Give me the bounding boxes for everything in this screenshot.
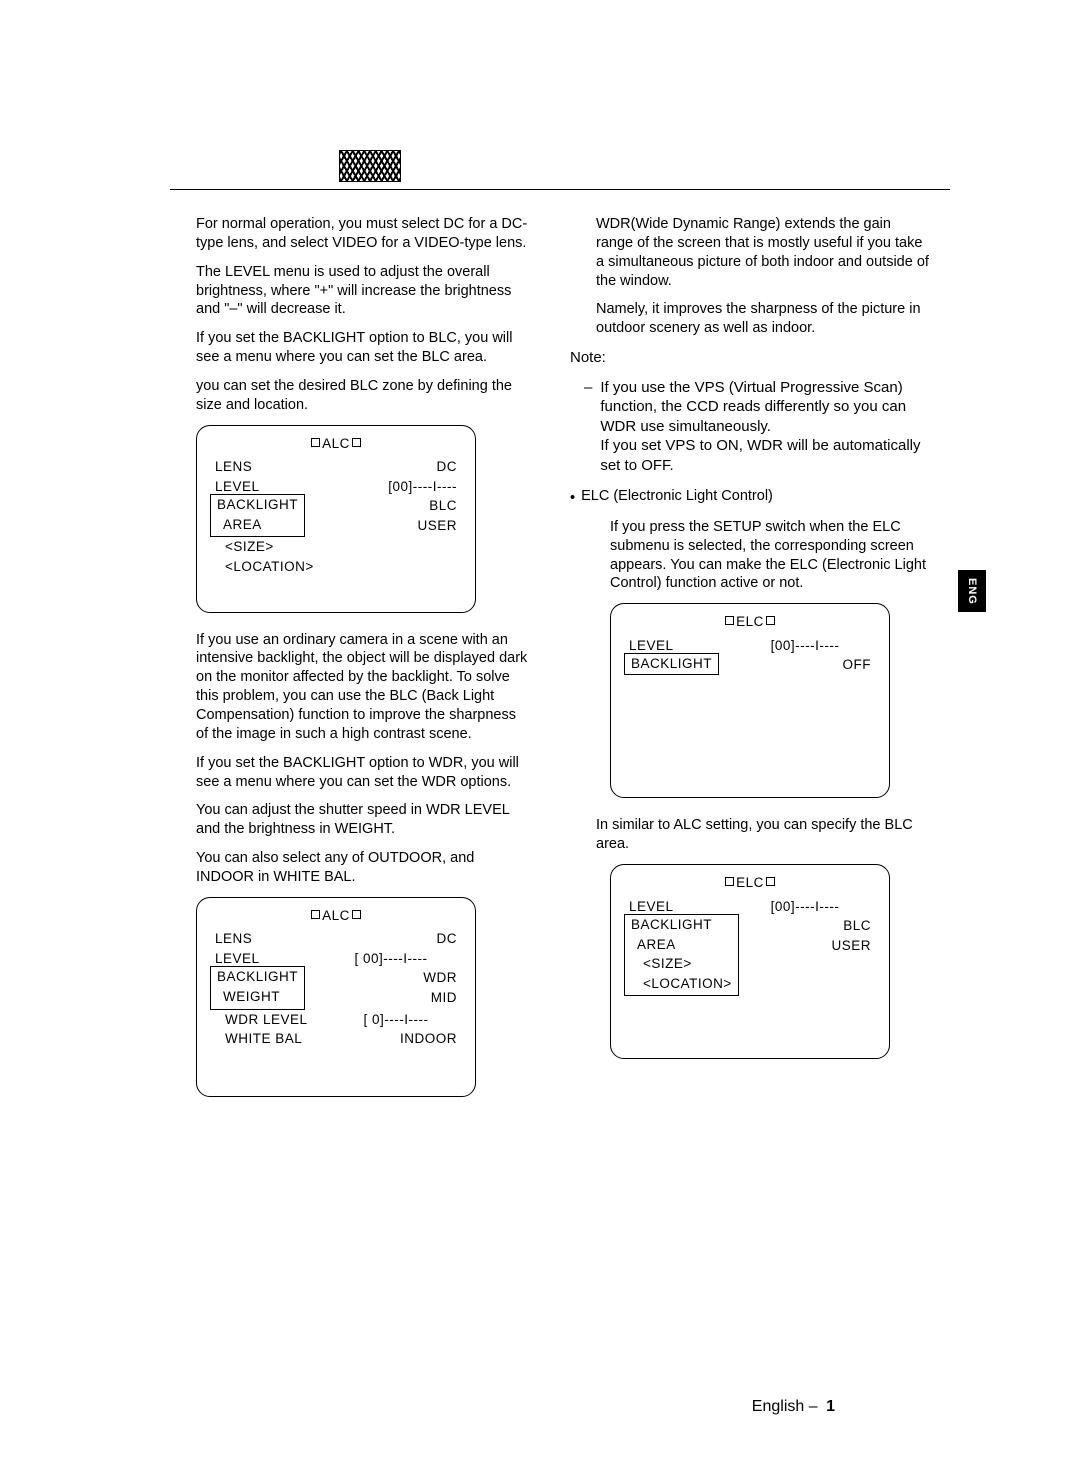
paragraph: You can also select any of OUTDOOR, and …: [170, 849, 530, 887]
menu-row: WDR LEVEL [ 0]----I----: [215, 1010, 457, 1030]
paragraph: If you set the BACKLIGHT option to WDR, …: [170, 754, 530, 792]
paragraph: In similar to ALC setting, you can speci…: [570, 816, 930, 854]
menu-title: ALC: [215, 434, 457, 454]
paragraph: Namely, it improves the sharpness of the…: [570, 300, 930, 338]
menu-alc-blc: ALC LENS DC LEVEL [00]----I---- BACKLIGH…: [196, 425, 476, 613]
menu-row: LENS DC: [215, 457, 457, 477]
paragraph: If you set the BACKLIGHT option to BLC, …: [170, 329, 530, 367]
paragraph: If you use an ordinary camera in a scene…: [170, 631, 530, 744]
note-label: Note:: [570, 348, 930, 368]
menu-alc-wdr: ALC LENS DC LEVEL [ 00]----I---- BACKLIG…: [196, 897, 476, 1097]
page-footer: English – 1: [752, 1398, 835, 1416]
menu-row-selected: BACKLIGHT OFF: [629, 655, 871, 675]
menu-row-selected: BACKLIGHT AREA <SIZE> <LOCATION> BLC USE…: [629, 916, 871, 996]
hatched-logo: [339, 150, 401, 182]
note-item: – If you use the VPS (Virtual Progressiv…: [570, 378, 930, 476]
menu-row-selected: BACKLIGHT WEIGHT WDR MID: [215, 968, 457, 1009]
language-tab: ENG: [958, 570, 986, 612]
paragraph: You can adjust the shutter speed in WDR …: [170, 801, 530, 839]
menu-title: ELC: [629, 873, 871, 893]
menu-row: <SIZE>: [215, 537, 457, 557]
selection-box: BACKLIGHT WEIGHT: [210, 966, 305, 1009]
selection-box: BACKLIGHT AREA: [210, 494, 305, 537]
menu-title: ELC: [629, 612, 871, 632]
right-column: WDR(Wide Dynamic Range) extends the gain…: [570, 215, 930, 1115]
divider-line: [170, 189, 950, 190]
menu-title: ALC: [215, 906, 457, 926]
menu-row-selected: BACKLIGHT AREA BLC USER: [215, 496, 457, 537]
manual-page: For normal operation, you must select DC…: [0, 0, 1080, 1476]
menu-row: WHITE BAL INDOOR: [215, 1029, 457, 1049]
menu-elc-off: ELC LEVEL [00]----I---- BACKLIGHT OFF: [610, 603, 890, 798]
columns: For normal operation, you must select DC…: [170, 215, 970, 1115]
paragraph: The LEVEL menu is used to adjust the ove…: [170, 263, 530, 320]
bullet-elc: • ELC (Electronic Light Control): [570, 487, 930, 508]
left-column: For normal operation, you must select DC…: [170, 215, 530, 1115]
menu-elc-blc: ELC LEVEL [00]----I---- BACKLIGHT AREA <…: [610, 864, 890, 1059]
paragraph: WDR(Wide Dynamic Range) extends the gain…: [570, 215, 930, 290]
menu-row: <LOCATION>: [215, 557, 457, 577]
paragraph: you can set the desired BLC zone by defi…: [170, 377, 530, 415]
paragraph: If you press the SETUP switch when the E…: [570, 518, 930, 593]
selection-box: BACKLIGHT: [624, 653, 719, 675]
selection-box: BACKLIGHT AREA <SIZE> <LOCATION>: [624, 914, 739, 996]
menu-row: LENS DC: [215, 929, 457, 949]
paragraph: For normal operation, you must select DC…: [170, 215, 530, 253]
